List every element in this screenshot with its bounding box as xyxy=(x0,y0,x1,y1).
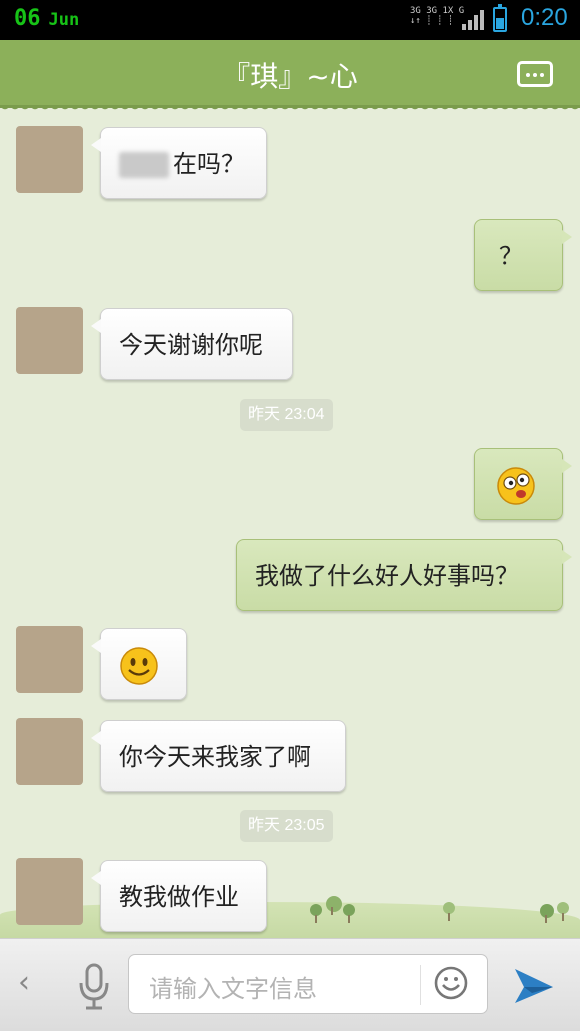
status-date: 06 Jun xyxy=(14,6,79,31)
message-bubble-outgoing[interactable]: 我做了什么好人好事吗？ xyxy=(236,539,572,611)
tree-decoration xyxy=(540,904,554,923)
message-text: 你今天来我家了啊 xyxy=(119,743,311,771)
message-input[interactable]: 请输入文字信息 xyxy=(128,954,488,1014)
message-text: ？ xyxy=(499,242,523,270)
message-text: 今天谢谢你呢 xyxy=(119,331,263,359)
input-bar: ‹ 请输入文字信息 xyxy=(0,938,580,1031)
status-month: Jun xyxy=(48,10,80,30)
chat-header: 『琪』~心 xyxy=(0,40,580,113)
tree-decoration xyxy=(557,902,569,921)
network-types: 3G 3G 1X G xyxy=(410,6,465,16)
tree-decoration xyxy=(443,902,455,921)
chat-title: 『琪』~心 xyxy=(222,60,358,93)
signal-icon xyxy=(462,10,484,30)
message-bubble-incoming[interactable]: 今天谢谢你呢 xyxy=(91,308,293,380)
tree-decoration xyxy=(326,896,342,915)
message-input-placeholder: 请输入文字信息 xyxy=(149,975,317,1003)
message-text: 我做了什么好人好事吗？ xyxy=(255,562,519,590)
avatar[interactable] xyxy=(16,718,83,785)
message-bubble-outgoing[interactable]: ？ xyxy=(474,219,572,291)
status-bar: 06 Jun 3G 3G 1X G ↓↑ ┊ ┊ ┊ 0:20 xyxy=(0,0,580,40)
battery-fill xyxy=(496,17,504,29)
message-bubble-incoming[interactable] xyxy=(91,628,187,700)
microphone-icon[interactable] xyxy=(72,959,116,1013)
message-bubble-incoming[interactable]: 在吗？ xyxy=(91,127,267,199)
battery-icon xyxy=(493,4,507,32)
avatar[interactable] xyxy=(16,858,83,925)
smiley-emoji xyxy=(120,647,158,685)
avatar[interactable] xyxy=(16,126,83,193)
status-time: 0:20 xyxy=(521,4,568,31)
chat-area[interactable]: 在吗？ ？ 今天谢谢你呢 昨天 23:04 我做了什么好人好事吗？ 你今天来我家… xyxy=(0,108,580,938)
message-text: 教我做作业 xyxy=(119,883,239,911)
timestamp: 昨天 23:05 xyxy=(240,810,333,842)
avatar[interactable] xyxy=(16,307,83,374)
network-indicators: 3G 3G 1X G ↓↑ ┊ ┊ ┊ xyxy=(410,6,464,26)
dizzy-face-emoji xyxy=(497,467,535,505)
message-text: 在吗？ xyxy=(173,150,245,178)
landscape-decoration xyxy=(0,902,580,938)
send-icon[interactable] xyxy=(512,963,556,1007)
more-options-icon[interactable] xyxy=(517,61,553,87)
tree-decoration xyxy=(310,904,322,923)
timestamp: 昨天 23:04 xyxy=(240,399,333,431)
network-activity: ↓↑ ┊ ┊ ┊ xyxy=(410,16,454,26)
blurred-name xyxy=(119,152,169,178)
avatar[interactable] xyxy=(16,626,83,693)
tree-decoration xyxy=(343,904,355,923)
chevron-left-icon[interactable]: ‹ xyxy=(18,965,30,1000)
message-bubble-incoming[interactable]: 教我做作业 xyxy=(91,860,267,932)
status-day: 06 xyxy=(14,6,41,31)
input-divider xyxy=(420,965,421,1005)
message-bubble-outgoing[interactable] xyxy=(474,448,572,520)
message-bubble-incoming[interactable]: 你今天来我家了啊 xyxy=(91,720,346,792)
smiley-icon[interactable] xyxy=(433,965,469,1001)
